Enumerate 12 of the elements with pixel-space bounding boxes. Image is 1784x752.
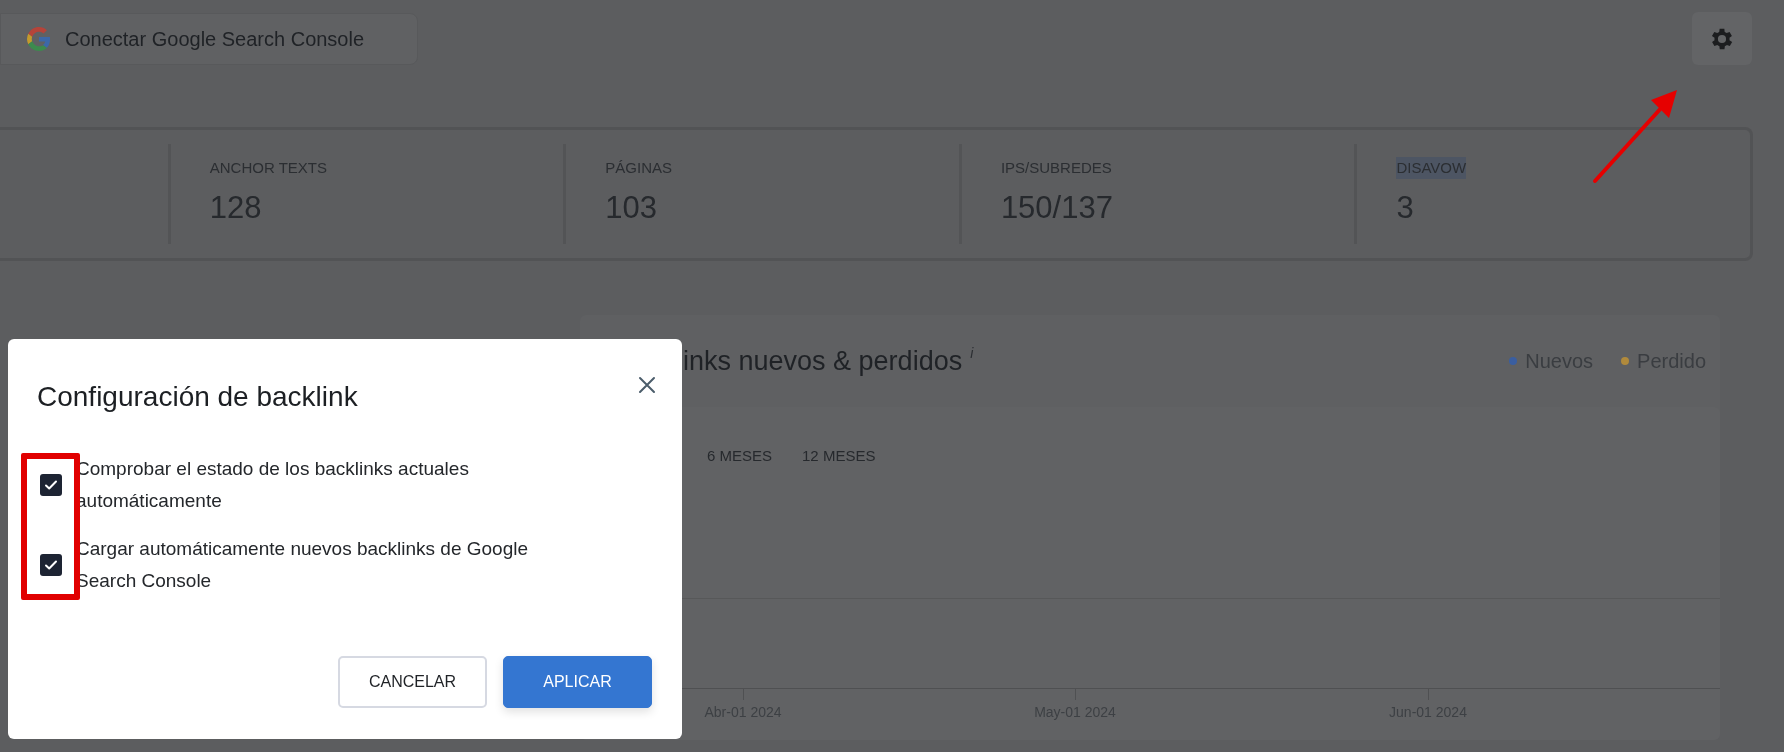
period-tab[interactable]: 6 MESES [707, 445, 773, 468]
settings-button[interactable] [1692, 12, 1752, 65]
checkbox[interactable] [40, 474, 62, 496]
option-label: Comprobar el estado de los backlinks actuales automáticamente [76, 457, 470, 513]
checkbox[interactable] [40, 554, 62, 576]
chart-title: inks nuevos & perdidos [683, 344, 963, 378]
google-logo-icon [27, 27, 51, 51]
dialog-title: Configuración de backlink [37, 380, 358, 414]
cancel-button[interactable]: CANCELAR [338, 656, 487, 708]
period-tab[interactable]: 12 MESES [802, 445, 876, 468]
connect-search-console-button[interactable]: Conectar Google Search Console [0, 13, 418, 65]
apply-button[interactable]: APLICAR [503, 656, 652, 708]
